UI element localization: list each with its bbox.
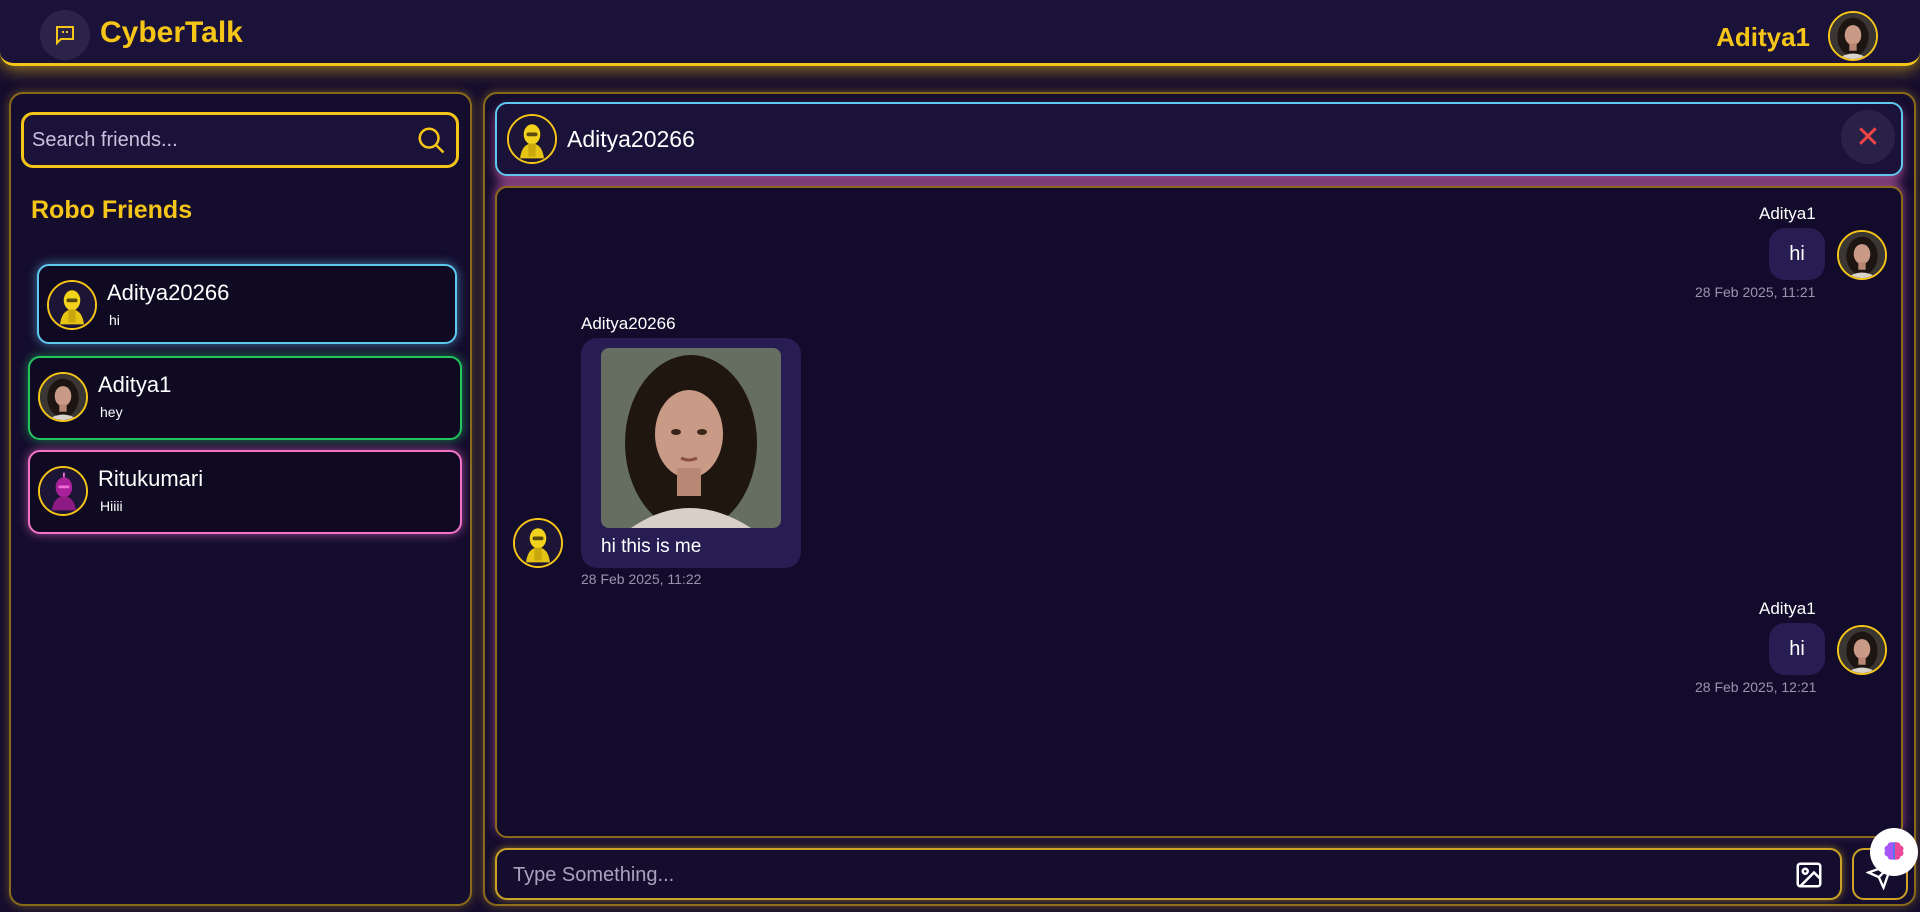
message-input[interactable] xyxy=(513,860,1763,890)
friend-item-ritukumari[interactable]: Ritukumari Hiiii xyxy=(28,450,462,534)
current-user-avatar[interactable] xyxy=(1828,11,1878,61)
avatar xyxy=(1837,230,1887,280)
message-timestamp: 28 Feb 2025, 11:22 xyxy=(581,571,702,587)
friend-last-message: Hiiii xyxy=(100,498,123,514)
avatar xyxy=(47,280,97,330)
friend-name: Ritukumari xyxy=(98,466,204,491)
chat-panel: Aditya20266 ✕ Aditya1 hi 28 Feb 2025, 11… xyxy=(483,92,1916,906)
section-title: Robo Friends xyxy=(31,196,193,224)
avatar xyxy=(38,466,88,516)
message-sender: Aditya1 xyxy=(1759,599,1816,618)
message-list[interactable]: Aditya1 hi 28 Feb 2025, 11:21 Aditya2026… xyxy=(495,186,1903,838)
current-user-name: Aditya1 xyxy=(1716,22,1810,52)
friend-name: Aditya20266 xyxy=(107,280,230,305)
chat-bubble-icon xyxy=(40,10,90,60)
message-image[interactable] xyxy=(601,348,781,528)
message-timestamp: 28 Feb 2025, 12:21 xyxy=(1695,679,1817,695)
search-icon[interactable] xyxy=(416,125,446,155)
message-sender: Aditya20266 xyxy=(581,314,676,333)
brain-icon[interactable] xyxy=(1870,828,1918,876)
message-sender: Aditya1 xyxy=(1759,204,1816,223)
message-text: hi this is me xyxy=(601,536,702,557)
image-icon[interactable] xyxy=(1794,860,1824,890)
app-title: CyberTalk xyxy=(100,16,243,49)
message-timestamp: 28 Feb 2025, 11:21 xyxy=(1695,284,1816,300)
friend-item-aditya20266[interactable]: Aditya20266 hi xyxy=(37,264,457,344)
close-icon: ✕ xyxy=(1855,120,1881,154)
chat-partner-avatar[interactable] xyxy=(507,114,557,164)
avatar xyxy=(513,518,563,568)
avatar xyxy=(1837,625,1887,675)
message-composer[interactable] xyxy=(495,848,1842,900)
message-bubble: hi this is me xyxy=(581,338,801,568)
friend-last-message: hey xyxy=(100,404,123,420)
search-input[interactable] xyxy=(32,123,412,157)
avatar xyxy=(38,372,88,422)
message-bubble: hi xyxy=(1769,228,1825,280)
chat-header: Aditya20266 ✕ xyxy=(495,102,1903,176)
chat-partner-name: Aditya20266 xyxy=(567,126,695,152)
search-box[interactable] xyxy=(21,112,459,168)
friend-last-message: hi xyxy=(109,312,120,328)
friend-name: Aditya1 xyxy=(98,372,172,397)
friend-item-aditya1[interactable]: Aditya1 hey xyxy=(28,356,462,440)
app-header: CyberTalk Aditya1 xyxy=(0,0,1920,66)
message-bubble: hi xyxy=(1769,623,1825,675)
friends-sidebar: Robo Friends Aditya20266 hi Aditya1 hey … xyxy=(9,92,472,906)
close-chat-button[interactable]: ✕ xyxy=(1841,110,1895,164)
